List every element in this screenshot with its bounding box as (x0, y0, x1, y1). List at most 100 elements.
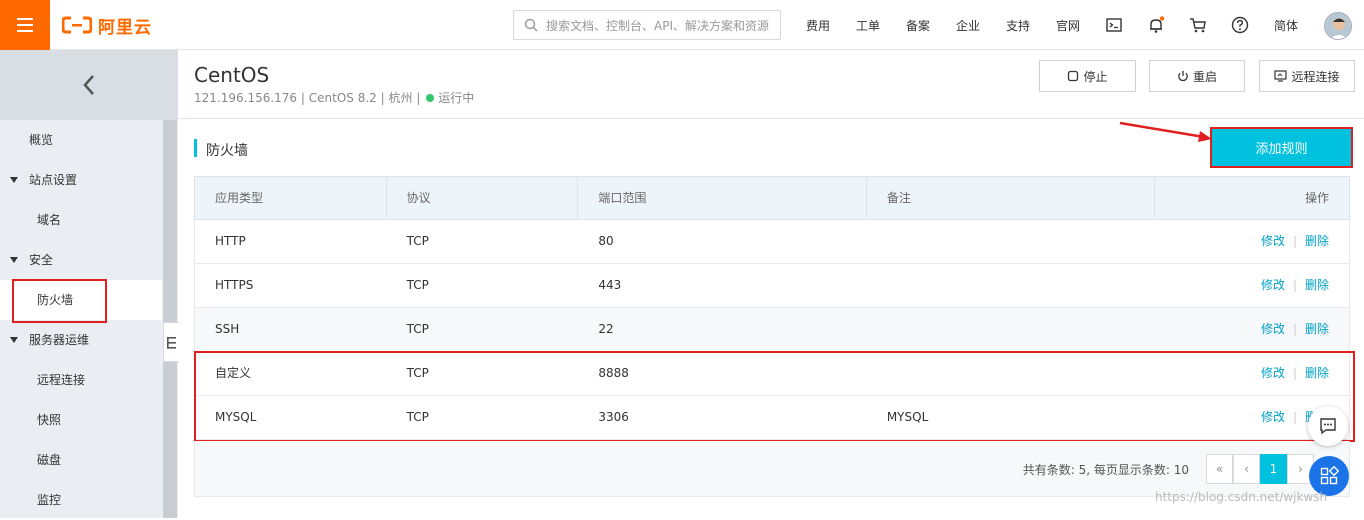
sidebar-group-server-ops[interactable]: 服务器运维 (0, 320, 162, 360)
cell-protocol: TCP (406, 278, 429, 292)
power-icon (1178, 70, 1188, 82)
cell-port: 443 (598, 278, 622, 292)
sidebar-item-snapshot[interactable]: 快照 (0, 400, 162, 440)
menu-icon[interactable] (0, 0, 50, 50)
edit-link[interactable]: 修改 (1261, 234, 1285, 248)
grid-icon (1320, 466, 1339, 485)
highlight-box-rows (194, 351, 1355, 442)
sidebar-item-label: 站点设置 (29, 173, 78, 187)
meta-separator: | (380, 91, 385, 105)
nav-tickets[interactable]: 工单 (856, 17, 880, 34)
sidebar-item-monitor[interactable]: 监控 (0, 480, 162, 520)
sidebar-item-label: 远程连接 (37, 373, 86, 387)
meta-separator: | (300, 91, 305, 105)
search-input[interactable]: 搜索文档、控制台、API、解决方案和资源 (513, 10, 781, 40)
stop-button[interactable]: 停止 (1039, 60, 1136, 92)
restart-button[interactable]: 重启 (1149, 60, 1245, 92)
caret-down-icon (10, 337, 18, 343)
language-switch[interactable]: 简体 (1274, 17, 1298, 34)
column-header: 操作 (1305, 191, 1330, 205)
nav-icp[interactable]: 备案 (906, 17, 930, 34)
nav-support[interactable]: 支持 (1006, 17, 1030, 34)
sidebar-item-label: 快照 (37, 413, 62, 427)
sidebar-item-remote[interactable]: 远程连接 (0, 360, 162, 400)
search-icon (524, 18, 538, 32)
remote-connect-button[interactable]: 远程连接 (1259, 60, 1355, 92)
sidebar-item-label: 监控 (37, 493, 62, 507)
sidebar-group-site-settings[interactable]: 站点设置 (0, 160, 162, 200)
sidebar-group-security[interactable]: 安全 (0, 240, 162, 280)
column-header: 备注 (867, 177, 1156, 219)
delete-link[interactable]: 删除 (1305, 278, 1329, 292)
add-rule-button[interactable]: 添加规则 (1210, 127, 1353, 168)
sidebar-item-label: 服务器运维 (29, 333, 90, 347)
help-icon[interactable] (1231, 16, 1249, 34)
stop-button-label: 停止 (1083, 69, 1108, 84)
nav-enterprise[interactable]: 企业 (956, 17, 980, 34)
table-row: HTTPS TCP 443 修改 | 删除 (194, 264, 1350, 308)
column-header: 端口范围 (578, 177, 867, 219)
table-row: SSH TCP 22 修改 | 删除 (194, 308, 1350, 352)
op-separator: | (1292, 278, 1297, 292)
sidebar-back[interactable] (0, 50, 178, 120)
stop-icon (1068, 70, 1079, 82)
sidebar-item-label: 磁盘 (37, 453, 62, 467)
op-separator: | (1292, 234, 1297, 248)
brand-name: 阿里云 (98, 17, 152, 38)
nav-fees[interactable]: 费用 (806, 17, 830, 34)
sidebar-item-domain[interactable]: 域名 (0, 200, 162, 240)
instance-os: CentOS 8.2 (308, 91, 377, 105)
pagination-info: 共有条数: 5, 每页显示条数: 10 (1022, 463, 1189, 477)
table-header: 应用类型 协议 端口范围 备注 操作 (194, 176, 1350, 220)
brand-logo[interactable]: 阿里云 (62, 13, 152, 38)
cell-port: 22 (598, 322, 614, 336)
page-current-button[interactable]: 1 (1260, 454, 1287, 484)
terminal-icon[interactable] (1105, 16, 1123, 34)
chevron-left-icon (83, 75, 94, 95)
cell-note (867, 220, 1155, 263)
column-header: 协议 (387, 177, 579, 219)
user-avatar-icon (1325, 13, 1351, 39)
bell-icon[interactable] (1147, 16, 1165, 34)
delete-link[interactable]: 删除 (1305, 234, 1329, 248)
cell-note (867, 308, 1155, 351)
edit-link[interactable]: 修改 (1261, 278, 1285, 292)
section-title: 防火墙 (206, 143, 248, 159)
header-divider (178, 118, 1364, 119)
avatar[interactable] (1324, 12, 1352, 40)
sidebar-item-disk[interactable]: 磁盘 (0, 440, 162, 480)
remote-connect-label: 远程连接 (1291, 69, 1340, 84)
chat-button[interactable] (1308, 406, 1348, 446)
restart-button-label: 重启 (1192, 69, 1217, 84)
status-dot-icon (426, 94, 435, 102)
cell-app: HTTPS (215, 278, 254, 292)
delete-link[interactable]: 删除 (1305, 322, 1329, 336)
column-header: 应用类型 (195, 177, 387, 219)
cell-app: SSH (215, 322, 240, 336)
chat-icon (1320, 418, 1336, 435)
nav-website[interactable]: 官网 (1056, 17, 1080, 34)
cell-port: 80 (598, 234, 614, 248)
edit-link[interactable]: 修改 (1261, 322, 1285, 336)
cell-protocol: TCP (406, 234, 429, 248)
sidebar-item-overview[interactable]: 概览 (0, 120, 162, 160)
highlight-box-sidebar (12, 279, 107, 323)
sidebar-collapse-toggle[interactable] (163, 322, 179, 362)
sidebar-item-label: 安全 (29, 253, 54, 267)
instance-region: 杭州 (388, 91, 413, 105)
page-prev-button[interactable]: ‹ (1233, 454, 1260, 484)
cell-ops: 修改 | 删除 (1155, 264, 1349, 307)
page-title: CentOS (194, 63, 270, 87)
sidebar-item-label: 域名 (37, 213, 62, 227)
section-accent-bar (194, 139, 197, 157)
sidebar-scrollbar[interactable] (163, 120, 177, 518)
meta-separator: | (416, 91, 421, 105)
status-badge: 运行中 (438, 91, 475, 105)
caret-down-icon (10, 177, 18, 183)
page-first-button[interactable]: « (1206, 454, 1233, 484)
aliyun-logo-icon (62, 16, 92, 34)
cart-icon[interactable] (1189, 16, 1207, 34)
list-icon (167, 337, 176, 349)
cell-ops: 修改 | 删除 (1155, 308, 1349, 351)
watermark: https://blog.csdn.net/wjkwsh (1155, 490, 1328, 504)
